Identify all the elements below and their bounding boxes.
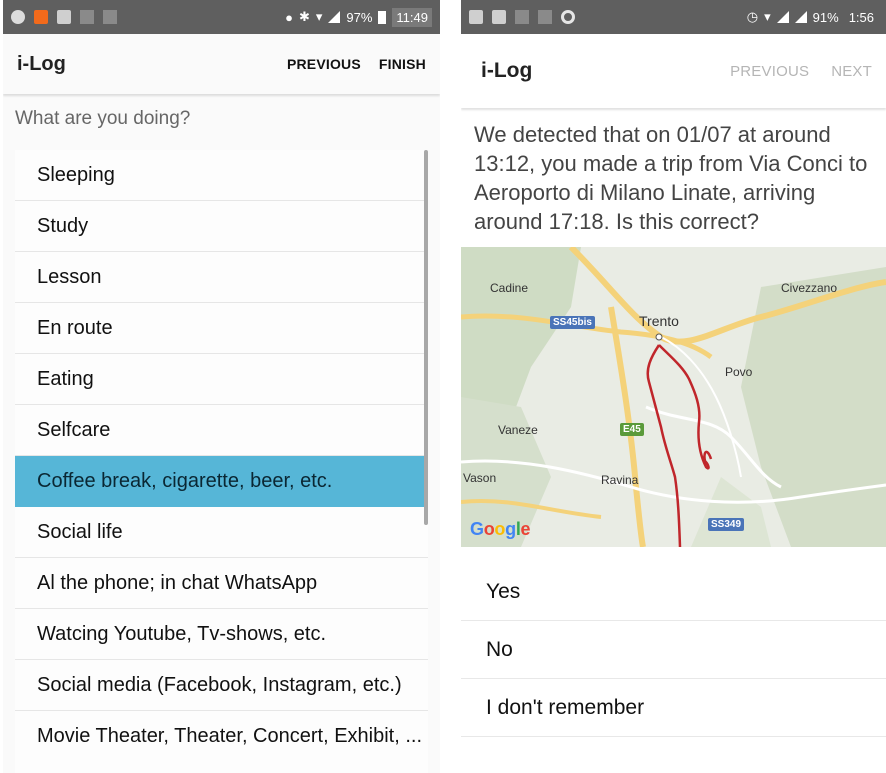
grid-notification-icon — [103, 10, 117, 24]
list-item[interactable]: Al the phone; in chat WhatsApp — [15, 558, 428, 609]
list-item[interactable]: Eating — [15, 354, 428, 405]
map-place-label: Vason — [463, 471, 497, 485]
list-item[interactable]: Movie Theater, Theater, Concert, Exhibit… — [15, 711, 428, 773]
status-bar: ◷ ▾ 91% 1:56 — [461, 0, 886, 34]
list-item-selected[interactable]: Coffee break, cigarette, beer, etc. — [15, 456, 428, 507]
clock: 1:56 — [848, 9, 874, 25]
previous-button[interactable]: PREVIOUS — [730, 63, 809, 80]
answer-no[interactable]: No — [461, 621, 886, 679]
road-shield: E45 — [620, 423, 644, 436]
list-item[interactable]: Selfcare — [15, 405, 428, 456]
activity-prompt: What are you doing? — [15, 108, 191, 129]
wifi-icon: ▾ — [315, 9, 323, 24]
map-place-label: Vaneze — [498, 423, 538, 437]
map-place-label: Povo — [725, 365, 753, 379]
location-icon: ● — [285, 9, 293, 25]
app-bar: i-Log PREVIOUS FINISH — [3, 34, 440, 94]
next-button[interactable]: NEXT — [831, 63, 872, 80]
road-shield: SS349 — [708, 518, 745, 531]
alarm-icon: ◷ — [746, 9, 759, 24]
whatsapp-icon — [11, 10, 25, 24]
grid-notification-icon — [538, 10, 552, 24]
map-place-label: Civezzano — [781, 281, 838, 295]
activity-list: Sleeping Study Lesson En route Eating Se… — [3, 150, 440, 773]
list-item[interactable]: En route — [15, 303, 428, 354]
answer-yes[interactable]: Yes — [461, 563, 886, 621]
trip-confirmation-screen: ◷ ▾ 91% 1:56 i-Log PREVIOUS NEXT We dete… — [461, 0, 886, 773]
list-item[interactable]: Sleeping — [15, 150, 428, 201]
image-notification-icon — [57, 10, 71, 24]
battery-percent: 97% — [346, 9, 373, 25]
wifi-icon: ▾ — [764, 9, 771, 24]
list-item[interactable]: Study — [15, 201, 428, 252]
list-item[interactable]: Watcing Youtube, Tv-shows, etc. — [15, 609, 428, 660]
list-item[interactable]: Lesson — [15, 252, 428, 303]
road-shield: SS45bis — [550, 316, 595, 329]
answer-dont-remember[interactable]: I don't remember — [461, 679, 886, 737]
app-notification-icon — [34, 10, 48, 24]
status-bar: ● ✱ ▾ 97% 11:49 — [3, 0, 440, 34]
mail-icon — [469, 10, 483, 24]
record-icon — [561, 10, 575, 24]
signal-icon — [794, 11, 807, 23]
finish-button[interactable]: FINISH — [379, 56, 426, 72]
app-bar: i-Log PREVIOUS NEXT — [461, 34, 886, 108]
phone-notification-icon — [80, 10, 94, 24]
map-place-label: Trento — [639, 313, 679, 329]
battery-icon — [378, 10, 387, 24]
list-item[interactable]: Social media (Facebook, Instagram, etc.) — [15, 660, 428, 711]
map-place-label: Cadine — [490, 281, 529, 295]
clock: 11:49 — [392, 7, 432, 27]
grid-notification-icon — [515, 10, 529, 24]
image-notification-icon — [492, 10, 506, 24]
bluetooth-icon: ✱ — [298, 9, 310, 24]
previous-button[interactable]: PREVIOUS — [287, 56, 361, 72]
scrollbar[interactable] — [424, 150, 428, 525]
answer-list: Yes No I don't remember — [461, 563, 886, 737]
route-map[interactable]: Cadine Trento Civezzano Povo Vaneze Vaso… — [461, 247, 886, 547]
signal-icon — [776, 11, 789, 23]
map-place-label: Ravina — [601, 473, 639, 487]
list-item[interactable]: Social life — [15, 507, 428, 558]
activity-screen: ● ✱ ▾ 97% 11:49 i-Log PREVIOUS FINISH Wh… — [3, 0, 440, 773]
app-title: i-Log — [17, 52, 66, 75]
battery-percent: 91% — [812, 9, 839, 25]
app-title: i-Log — [481, 59, 533, 82]
signal-icon — [328, 11, 341, 23]
google-logo: Google — [470, 519, 531, 539]
